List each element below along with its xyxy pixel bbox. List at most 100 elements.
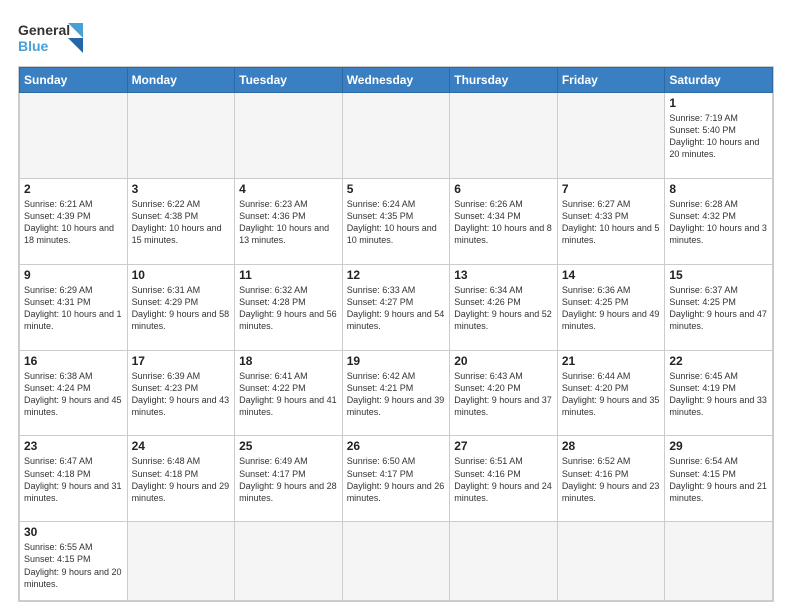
calendar-cell: 12 Sunrise: 6:33 AM Sunset: 4:27 PM Dayli… bbox=[342, 264, 450, 350]
day-info: Sunrise: 6:51 AM Sunset: 4:16 PM Dayligh… bbox=[454, 455, 553, 504]
calendar-cell: 5 Sunrise: 6:24 AM Sunset: 4:35 PM Daylig… bbox=[342, 178, 450, 264]
day-info: Sunrise: 6:26 AM Sunset: 4:34 PM Dayligh… bbox=[454, 198, 553, 247]
day-info: Sunrise: 6:22 AM Sunset: 4:38 PM Dayligh… bbox=[132, 198, 231, 247]
calendar-header: SundayMondayTuesdayWednesdayThursdayFrid… bbox=[20, 68, 773, 93]
day-number: 7 bbox=[562, 182, 661, 196]
day-info: Sunrise: 6:39 AM Sunset: 4:23 PM Dayligh… bbox=[132, 370, 231, 419]
day-info: Sunrise: 6:43 AM Sunset: 4:20 PM Dayligh… bbox=[454, 370, 553, 419]
day-info: Sunrise: 6:49 AM Sunset: 4:17 PM Dayligh… bbox=[239, 455, 338, 504]
calendar-cell bbox=[127, 522, 235, 601]
calendar-cell: 8 Sunrise: 6:28 AM Sunset: 4:32 PM Daylig… bbox=[665, 178, 773, 264]
day-info: Sunrise: 6:27 AM Sunset: 4:33 PM Dayligh… bbox=[562, 198, 661, 247]
calendar-cell: 11Sunrise: 6:32 AM Sunset: 4:28 PM Dayli… bbox=[235, 264, 343, 350]
day-info: Sunrise: 6:37 AM Sunset: 4:25 PM Dayligh… bbox=[669, 284, 768, 333]
calendar-cell bbox=[450, 93, 558, 179]
calendar-body: 1Sunrise: 7:19 AM Sunset: 5:40 PM Daylig… bbox=[20, 93, 773, 601]
calendar-cell: 2 Sunrise: 6:21 AM Sunset: 4:39 PM Daylig… bbox=[20, 178, 128, 264]
day-info: Sunrise: 6:44 AM Sunset: 4:20 PM Dayligh… bbox=[562, 370, 661, 419]
calendar-cell: 15 Sunrise: 6:37 AM Sunset: 4:25 PM Dayli… bbox=[665, 264, 773, 350]
day-number: 30 bbox=[24, 525, 123, 539]
calendar-cell: 23Sunrise: 6:47 AM Sunset: 4:18 PM Dayli… bbox=[20, 436, 128, 522]
calendar-cell: 6 Sunrise: 6:26 AM Sunset: 4:34 PM Daylig… bbox=[450, 178, 558, 264]
day-info: Sunrise: 6:48 AM Sunset: 4:18 PM Dayligh… bbox=[132, 455, 231, 504]
day-number: 19 bbox=[347, 354, 446, 368]
day-number: 24 bbox=[132, 439, 231, 453]
day-number: 5 bbox=[347, 182, 446, 196]
calendar-week-6: 30 Sunrise: 6:55 AM Sunset: 4:15 PM Dayli… bbox=[20, 522, 773, 601]
day-header-sunday: Sunday bbox=[20, 68, 128, 93]
day-number: 25 bbox=[239, 439, 338, 453]
calendar-cell: 3 Sunrise: 6:22 AM Sunset: 4:38 PM Daylig… bbox=[127, 178, 235, 264]
calendar-cell: 30 Sunrise: 6:55 AM Sunset: 4:15 PM Dayli… bbox=[20, 522, 128, 601]
day-info: Sunrise: 6:55 AM Sunset: 4:15 PM Dayligh… bbox=[24, 541, 123, 590]
calendar-cell: 21Sunrise: 6:44 AM Sunset: 4:20 PM Dayli… bbox=[557, 350, 665, 436]
calendar-cell: 20Sunrise: 6:43 AM Sunset: 4:20 PM Dayli… bbox=[450, 350, 558, 436]
svg-text:General: General bbox=[18, 22, 70, 38]
day-number: 1 bbox=[669, 96, 768, 110]
calendar-week-5: 23Sunrise: 6:47 AM Sunset: 4:18 PM Dayli… bbox=[20, 436, 773, 522]
day-info: Sunrise: 6:33 AM Sunset: 4:27 PM Dayligh… bbox=[347, 284, 446, 333]
calendar-cell bbox=[557, 522, 665, 601]
day-info: Sunrise: 6:24 AM Sunset: 4:35 PM Dayligh… bbox=[347, 198, 446, 247]
calendar-cell: 16Sunrise: 6:38 AM Sunset: 4:24 PM Dayli… bbox=[20, 350, 128, 436]
day-number: 10 bbox=[132, 268, 231, 282]
calendar-table: SundayMondayTuesdayWednesdayThursdayFrid… bbox=[19, 67, 773, 601]
logo: GeneralBlue bbox=[18, 18, 88, 58]
generalblue-icon: GeneralBlue bbox=[18, 18, 88, 58]
calendar-cell bbox=[557, 93, 665, 179]
day-info: Sunrise: 6:21 AM Sunset: 4:39 PM Dayligh… bbox=[24, 198, 123, 247]
calendar-cell bbox=[342, 93, 450, 179]
day-header-tuesday: Tuesday bbox=[235, 68, 343, 93]
day-number: 3 bbox=[132, 182, 231, 196]
day-info: Sunrise: 6:36 AM Sunset: 4:25 PM Dayligh… bbox=[562, 284, 661, 333]
day-number: 15 bbox=[669, 268, 768, 282]
day-number: 27 bbox=[454, 439, 553, 453]
calendar-cell: 10 Sunrise: 6:31 AM Sunset: 4:29 PM Dayli… bbox=[127, 264, 235, 350]
day-number: 13 bbox=[454, 268, 553, 282]
day-number: 17 bbox=[132, 354, 231, 368]
day-number: 9 bbox=[24, 268, 123, 282]
day-info: Sunrise: 6:45 AM Sunset: 4:19 PM Dayligh… bbox=[669, 370, 768, 419]
calendar-cell: 28 Sunrise: 6:52 AM Sunset: 4:16 PM Dayli… bbox=[557, 436, 665, 522]
day-info: Sunrise: 6:52 AM Sunset: 4:16 PM Dayligh… bbox=[562, 455, 661, 504]
calendar-cell: 19 Sunrise: 6:42 AM Sunset: 4:21 PM Dayli… bbox=[342, 350, 450, 436]
calendar-week-4: 16Sunrise: 6:38 AM Sunset: 4:24 PM Dayli… bbox=[20, 350, 773, 436]
calendar-cell bbox=[20, 93, 128, 179]
calendar-cell: 14 Sunrise: 6:36 AM Sunset: 4:25 PM Dayli… bbox=[557, 264, 665, 350]
day-number: 28 bbox=[562, 439, 661, 453]
calendar-cell: 27 Sunrise: 6:51 AM Sunset: 4:16 PM Dayli… bbox=[450, 436, 558, 522]
calendar-cell: 22Sunrise: 6:45 AM Sunset: 4:19 PM Dayli… bbox=[665, 350, 773, 436]
day-header-row: SundayMondayTuesdayWednesdayThursdayFrid… bbox=[20, 68, 773, 93]
day-number: 8 bbox=[669, 182, 768, 196]
day-info: Sunrise: 6:42 AM Sunset: 4:21 PM Dayligh… bbox=[347, 370, 446, 419]
day-header-friday: Friday bbox=[557, 68, 665, 93]
header: GeneralBlue bbox=[18, 18, 774, 58]
page: GeneralBlue SundayMondayTuesdayWednesday… bbox=[0, 0, 792, 612]
day-info: Sunrise: 6:54 AM Sunset: 4:15 PM Dayligh… bbox=[669, 455, 768, 504]
calendar-week-1: 1Sunrise: 7:19 AM Sunset: 5:40 PM Daylig… bbox=[20, 93, 773, 179]
day-number: 29 bbox=[669, 439, 768, 453]
calendar-cell bbox=[127, 93, 235, 179]
svg-text:Blue: Blue bbox=[18, 38, 49, 54]
day-number: 12 bbox=[347, 268, 446, 282]
day-number: 6 bbox=[454, 182, 553, 196]
day-number: 4 bbox=[239, 182, 338, 196]
day-header-monday: Monday bbox=[127, 68, 235, 93]
day-number: 23 bbox=[24, 439, 123, 453]
day-info: Sunrise: 6:28 AM Sunset: 4:32 PM Dayligh… bbox=[669, 198, 768, 247]
day-info: Sunrise: 6:41 AM Sunset: 4:22 PM Dayligh… bbox=[239, 370, 338, 419]
day-number: 16 bbox=[24, 354, 123, 368]
day-number: 2 bbox=[24, 182, 123, 196]
calendar-cell: 26Sunrise: 6:50 AM Sunset: 4:17 PM Dayli… bbox=[342, 436, 450, 522]
calendar-cell: 17 Sunrise: 6:39 AM Sunset: 4:23 PM Dayli… bbox=[127, 350, 235, 436]
day-info: Sunrise: 6:31 AM Sunset: 4:29 PM Dayligh… bbox=[132, 284, 231, 333]
day-header-thursday: Thursday bbox=[450, 68, 558, 93]
calendar-cell: 13Sunrise: 6:34 AM Sunset: 4:26 PM Dayli… bbox=[450, 264, 558, 350]
day-number: 14 bbox=[562, 268, 661, 282]
calendar-cell bbox=[235, 522, 343, 601]
calendar: SundayMondayTuesdayWednesdayThursdayFrid… bbox=[18, 66, 774, 602]
calendar-week-2: 2 Sunrise: 6:21 AM Sunset: 4:39 PM Daylig… bbox=[20, 178, 773, 264]
calendar-cell bbox=[342, 522, 450, 601]
calendar-cell: 29 Sunrise: 6:54 AM Sunset: 4:15 PM Dayli… bbox=[665, 436, 773, 522]
day-info: Sunrise: 6:32 AM Sunset: 4:28 PM Dayligh… bbox=[239, 284, 338, 333]
